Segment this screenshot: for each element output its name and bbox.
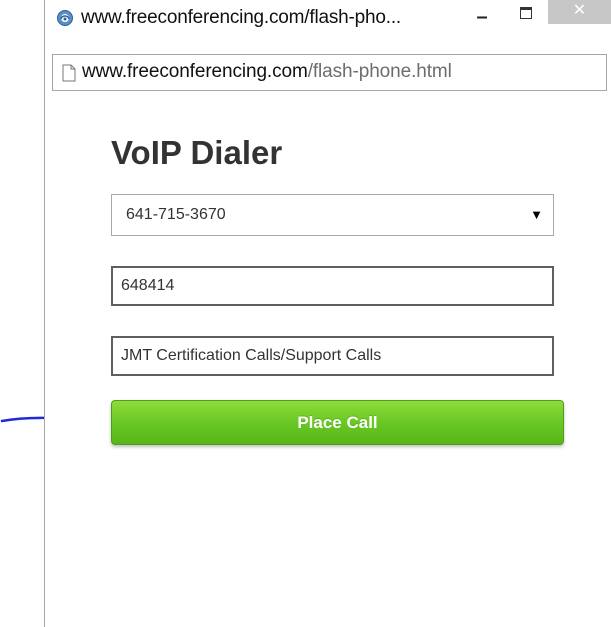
voip-dialer-panel: VoIP Dialer 641-715-3670 ▼ Place Call — [45, 100, 611, 627]
title-bar: www.freeconferencing.com/flash-pho... – … — [45, 0, 611, 36]
dropdown-arrow-icon: ▼ — [530, 207, 543, 222]
close-button[interactable]: ✕ — [548, 0, 611, 24]
address-domain: www.freeconferencing.com — [82, 61, 308, 82]
page-icon — [62, 64, 76, 82]
dialer-title: VoIP Dialer — [111, 134, 283, 171]
address-path: /flash-phone.html — [307, 61, 452, 82]
popup-window: www.freeconferencing.com/flash-pho... – … — [44, 0, 611, 627]
maximize-button[interactable] — [511, 0, 539, 24]
window-title: www.freeconferencing.com/flash-pho... — [81, 7, 401, 28]
minimize-button[interactable]: – — [471, 6, 493, 28]
address-bar[interactable]: www.freeconferencing.com/flash-phone.htm… — [52, 54, 607, 91]
call-label-input[interactable] — [111, 336, 554, 376]
site-favicon-icon — [57, 10, 73, 26]
place-call-button[interactable]: Place Call — [111, 400, 564, 445]
address-url: www.freeconferencing.com/flash-phone.htm… — [82, 61, 452, 83]
maximize-icon — [520, 7, 532, 19]
screenshot-page: www.freeconferencing.com/flash-pho... – … — [0, 0, 611, 627]
selected-number: 641-715-3670 — [126, 206, 226, 223]
access-code-input[interactable] — [111, 266, 554, 306]
dial-in-number-select[interactable]: 641-715-3670 ▼ — [111, 194, 554, 236]
